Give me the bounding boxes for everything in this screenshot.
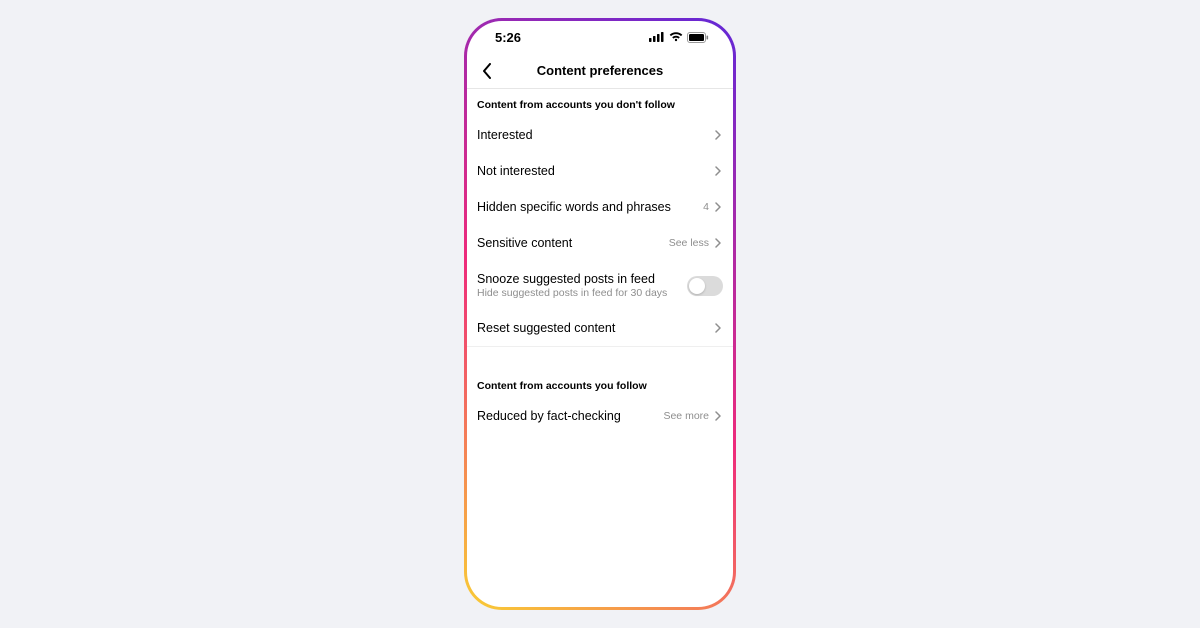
phone-frame: 5:26 Content preferences Content from a [464, 18, 736, 610]
chevron-right-icon [713, 237, 723, 249]
status-icons [649, 32, 709, 43]
row-snooze-suggested: Snooze suggested posts in feed Hide sugg… [467, 261, 733, 310]
snooze-toggle[interactable] [687, 276, 723, 296]
cellular-icon [649, 32, 665, 42]
row-label: Sensitive content [477, 236, 669, 250]
row-fact-checking[interactable]: Reduced by fact-checking See more [467, 398, 733, 434]
row-value: See more [663, 410, 709, 422]
row-hidden-words[interactable]: Hidden specific words and phrases 4 [467, 189, 733, 225]
row-reset-suggested[interactable]: Reset suggested content [467, 310, 733, 346]
row-interested[interactable]: Interested [467, 117, 733, 153]
row-label: Interested [477, 128, 713, 142]
row-sublabel: Hide suggested posts in feed for 30 days [477, 287, 687, 299]
chevron-right-icon [713, 129, 723, 141]
section-divider [467, 346, 733, 370]
battery-icon [687, 32, 709, 43]
back-button[interactable] [475, 59, 499, 83]
row-label: Not interested [477, 164, 713, 178]
page-title: Content preferences [537, 63, 663, 78]
chevron-right-icon [713, 322, 723, 334]
row-label: Reset suggested content [477, 321, 713, 335]
nav-bar: Content preferences [467, 53, 733, 89]
status-bar: 5:26 [467, 21, 733, 53]
row-value: 4 [703, 201, 709, 213]
status-time: 5:26 [495, 30, 521, 45]
wifi-icon [669, 32, 683, 42]
row-label: Reduced by fact-checking [477, 409, 663, 423]
row-label: Hidden specific words and phrases [477, 200, 703, 214]
chevron-left-icon [482, 63, 492, 79]
section-header-followed: Content from accounts you follow [467, 370, 733, 398]
phone-screen: 5:26 Content preferences Content from a [467, 21, 733, 607]
row-not-interested[interactable]: Not interested [467, 153, 733, 189]
row-label: Snooze suggested posts in feed [477, 272, 687, 286]
chevron-right-icon [713, 201, 723, 213]
row-sensitive-content[interactable]: Sensitive content See less [467, 225, 733, 261]
row-value: See less [669, 237, 709, 249]
chevron-right-icon [713, 165, 723, 177]
toggle-knob [689, 278, 705, 294]
chevron-right-icon [713, 410, 723, 422]
section-header-unfollowed: Content from accounts you don't follow [467, 89, 733, 117]
